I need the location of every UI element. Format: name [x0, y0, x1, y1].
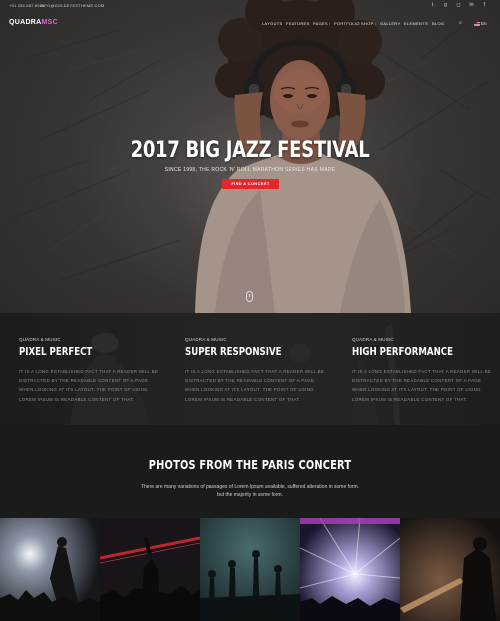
- us-flag-icon[interactable]: [474, 22, 480, 26]
- nav-separator: /: [308, 21, 310, 26]
- nav-item-pages[interactable]: PAGES: [313, 21, 328, 26]
- facebook-icon[interactable]: f: [481, 2, 488, 9]
- feature-body: IT IS A LONG ESTABLISHED FACT THAT A REA…: [185, 369, 325, 402]
- photos-section-description: There are many variations of passages of…: [0, 483, 500, 499]
- photos-description-line-2: but the majority in some form.: [217, 492, 283, 498]
- nav-separator: /: [427, 21, 429, 26]
- gallery-photo-1[interactable]: [0, 518, 100, 621]
- nav-separator: /: [375, 21, 377, 26]
- feature-eyebrow: QUADRA & MUSIC: [185, 337, 227, 342]
- feature-title: SUPER RESPONSIVE: [185, 346, 282, 358]
- hero-title: 2017 BIG JAZZ FESTIVAL: [130, 138, 370, 163]
- feature-body: IT IS A LONG ESTABLISHED FACT THAT A REA…: [19, 369, 159, 402]
- feature-eyebrow: QUADRA & MUSIC: [352, 337, 394, 342]
- nav-item-layouts[interactable]: LAYOUTS: [262, 21, 282, 26]
- gallery-photo-3[interactable]: [200, 518, 300, 621]
- feature-card-pixel-perfect: QUADRA & MUSIC PIXEL PERFECT IT IS A LON…: [19, 337, 159, 404]
- feature-title: PIXEL PERFECT: [19, 346, 93, 358]
- concert-photo-gallery: [0, 518, 500, 621]
- photos-description-line-1: There are many variations of passages of…: [140, 484, 360, 490]
- email-icon[interactable]: ✉: [468, 2, 475, 9]
- main-navbar: QUADRAMSC LAYOUTS / FEATURES / PAGES / P…: [0, 16, 500, 32]
- photos-section: PHOTOS FROM THE PARIS CONCERT There are …: [0, 425, 500, 518]
- nav-separator: /: [399, 21, 401, 26]
- gallery-photo-4[interactable]: [300, 518, 400, 621]
- nav-item-features[interactable]: FEATURES: [286, 21, 309, 26]
- top-contact-bar: +91 254 687 8910 INFO@GOLDEYESTHEME.COM …: [0, 0, 500, 12]
- feature-body: IT IS A LONG ESTABLISHED FACT THAT A REA…: [352, 369, 492, 402]
- features-section: QUADRA & MUSIC PIXEL PERFECT IT IS A LON…: [0, 313, 500, 425]
- nav-item-elements[interactable]: ELEMENTS: [404, 21, 428, 26]
- site-logo[interactable]: QUADRAMSC: [9, 19, 58, 26]
- logo-text-primary: QUADRA: [9, 19, 42, 26]
- nav-separator: /: [329, 21, 331, 26]
- logo-text-accent: MSC: [41, 19, 58, 26]
- nav-item-blog[interactable]: BLOG: [432, 21, 444, 26]
- feature-card-super-responsive: QUADRA & MUSIC SUPER RESPONSIVE IT IS A …: [185, 337, 325, 404]
- feature-title: HIGH PERFORMANCE: [352, 346, 453, 358]
- scroll-down-mouse-icon[interactable]: [246, 291, 253, 302]
- hero-subtitle: SINCE 1998, THE ROCK 'N' ROLL MARATHON S…: [164, 167, 336, 173]
- gallery-photo-2[interactable]: [100, 518, 200, 621]
- nav-separator: /: [356, 21, 358, 26]
- feature-eyebrow: QUADRA & MUSIC: [19, 337, 61, 342]
- twitter-icon[interactable]: t: [429, 2, 436, 9]
- search-icon[interactable]: ⌕: [459, 20, 462, 26]
- feature-card-high-performance: QUADRA & MUSIC HIGH PERFORMANCE IT IS A …: [352, 337, 492, 404]
- nav-item-gallery[interactable]: GALLERY: [380, 21, 400, 26]
- photos-section-title: PHOTOS FROM THE PARIS CONCERT: [148, 458, 352, 472]
- instagram-icon[interactable]: ◻: [455, 2, 462, 9]
- nav-separator: /: [281, 21, 283, 26]
- contact-email[interactable]: INFO@GOLDEYESTHEME.COM: [40, 3, 104, 8]
- google-plus-icon[interactable]: g: [442, 2, 449, 9]
- find-concert-button[interactable]: FIND A CONCERT: [222, 179, 279, 189]
- gallery-photo-5[interactable]: [400, 518, 500, 621]
- language-selector[interactable]: En: [481, 21, 487, 26]
- hero-section: +91 254 687 8910 INFO@GOLDEYESTHEME.COM …: [0, 0, 500, 313]
- nav-item-shop[interactable]: SHOP: [361, 21, 374, 26]
